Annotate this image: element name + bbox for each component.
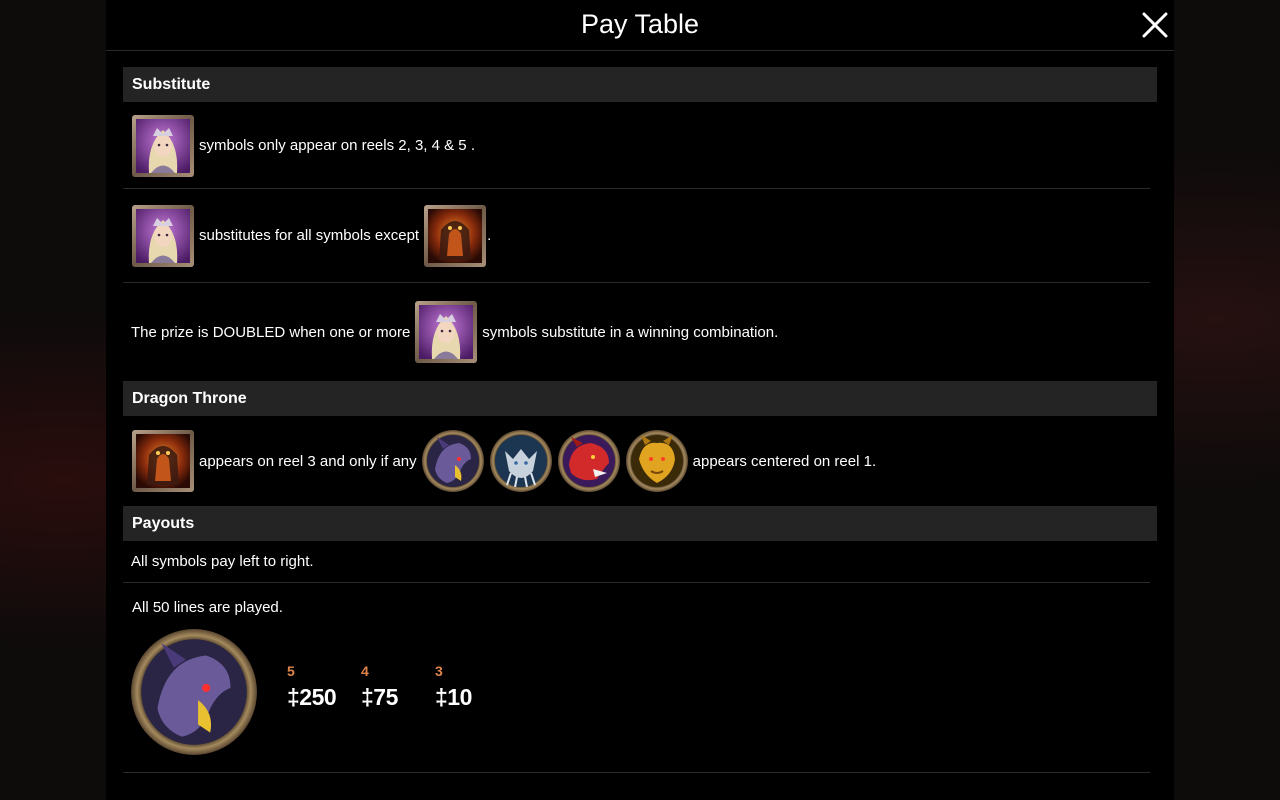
queen-wild-icon (131, 114, 195, 178)
queen-wild-icon (131, 204, 195, 268)
doubled-text-pre: The prize is DOUBLED when one or more (131, 323, 411, 341)
lines-played-text: All 50 lines are played. (132, 599, 283, 616)
section-dragon-throne: Dragon Throne (123, 381, 1157, 416)
close-button[interactable] (1140, 10, 1170, 40)
substitute-row-except: substitutes for all symbols except . (123, 189, 1150, 283)
red-dragon-icon (557, 429, 621, 493)
doubled-text-post: symbols substitute in a winning combinat… (482, 323, 779, 341)
payout-count: 5 (287, 663, 295, 679)
payout-column: 3 ‡10 (435, 663, 472, 711)
substitute-reels-text: symbols only appear on reels 2, 3, 4 & 5… (199, 137, 475, 154)
payout-symbol-block: All 50 lines are played. 5 ‡250 4 ‡75 3 … (123, 583, 1150, 773)
close-icon (1142, 12, 1168, 38)
dragon-throne-row: appears on reel 3 and only if any appear… (123, 416, 1150, 506)
payout-column: 5 ‡250 (287, 663, 337, 711)
substitute-except-text: substitutes for all symbols except (199, 227, 420, 244)
payout-count: 4 (361, 663, 369, 679)
payout-column: 4 ‡75 (361, 663, 398, 711)
substitute-except-end: . (487, 227, 492, 244)
page-title: Pay Table (580, 9, 700, 39)
gold-dragon-icon (625, 429, 689, 493)
payout-value: ‡10 (435, 684, 472, 710)
substitute-row-doubled: The prize is DOUBLED when one or more sy… (123, 283, 1150, 381)
purple-dragon-icon (421, 429, 485, 493)
payout-value: ‡250 (287, 684, 337, 710)
payouts-direction-text: All symbols pay left to right. (131, 553, 314, 570)
substitute-row-reels: symbols only appear on reels 2, 3, 4 & 5… (123, 103, 1150, 189)
section-payouts: Payouts (123, 506, 1157, 541)
purple-dragon-icon (129, 627, 259, 757)
payout-value: ‡75 (361, 684, 398, 710)
payout-count: 3 (435, 663, 443, 679)
dragon-throne-icon (131, 429, 195, 493)
dragon-throne-icon (423, 204, 487, 268)
silver-dragon-icon (489, 429, 553, 493)
paytable-header: Pay Table (106, 0, 1174, 51)
queen-wild-icon (414, 300, 478, 364)
section-substitute: Substitute (123, 67, 1157, 102)
dragon-throne-text-pre: appears on reel 3 and only if any (199, 452, 417, 470)
payouts-direction-row: All symbols pay left to right. (123, 541, 1150, 583)
dragon-throne-text-post: appears centered on reel 1. (692, 452, 877, 470)
